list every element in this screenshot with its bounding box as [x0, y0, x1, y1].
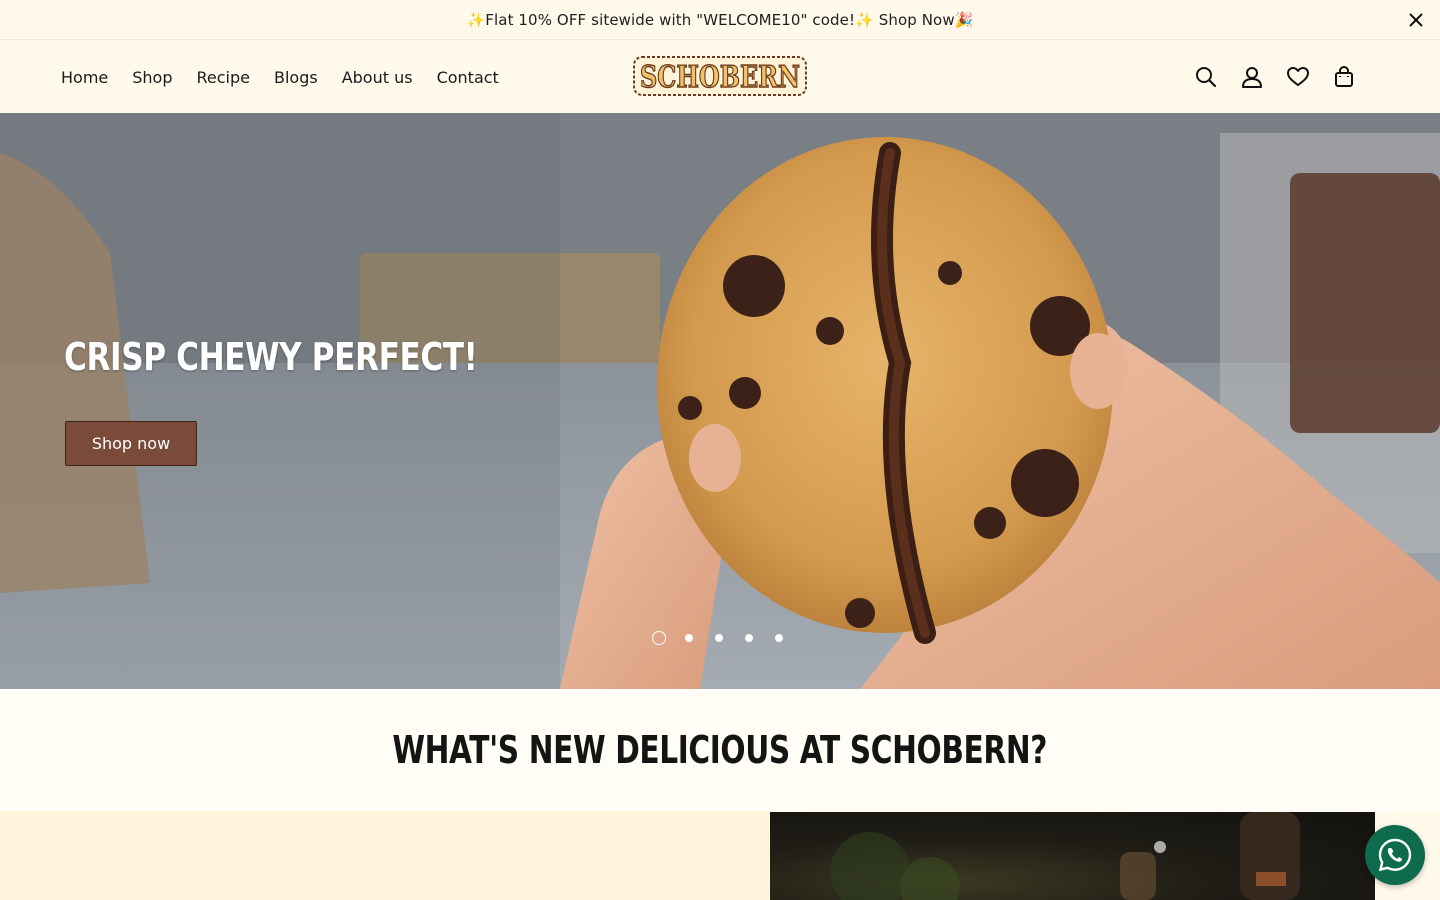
- section-heading: WHAT'S NEW DELICIOUS AT SCHOBERN?: [392, 728, 1048, 772]
- slide-dot-4[interactable]: [745, 634, 753, 642]
- promo-panel: [0, 811, 770, 900]
- wishlist-heart-icon[interactable]: [1285, 64, 1311, 90]
- nav-shop[interactable]: Shop: [132, 68, 172, 87]
- close-icon[interactable]: [1404, 8, 1428, 32]
- nav-recipe[interactable]: Recipe: [197, 68, 250, 87]
- announcement-text[interactable]: ✨Flat 10% OFF sitewide with "WELCOME10" …: [467, 11, 974, 29]
- whatsapp-chat-button[interactable]: [1365, 825, 1425, 885]
- announcement-bar: ✨Flat 10% OFF sitewide with "WELCOME10" …: [0, 0, 1440, 40]
- hero-title: CRISP CHEWY PERFECT!: [64, 335, 478, 379]
- header-icons: [1173, 41, 1357, 113]
- slide-dot-2[interactable]: [685, 634, 693, 642]
- slide-dot-1[interactable]: [652, 631, 666, 645]
- slide-dot-5[interactable]: [775, 634, 783, 642]
- nav-blogs[interactable]: Blogs: [274, 68, 318, 87]
- svg-text:SCHOBERN: SCHOBERN: [640, 60, 800, 95]
- site-logo[interactable]: SCHOBERN: [632, 53, 808, 99]
- hero-cookie-image: [0, 113, 1440, 689]
- slider-pagination: [652, 631, 805, 645]
- whatsapp-icon: [1378, 838, 1412, 872]
- promo-image: [770, 812, 1375, 900]
- hero-slider: CRISP CHEWY PERFECT! Shop now: [0, 113, 1440, 689]
- slide-dot-3[interactable]: [715, 634, 723, 642]
- nav-about-us[interactable]: About us: [342, 68, 413, 87]
- cart-bag-icon[interactable]: [1331, 64, 1357, 90]
- main-nav: Home Shop Recipe Blogs About us Contact: [61, 41, 523, 113]
- nav-contact[interactable]: Contact: [437, 68, 499, 87]
- site-header: Home Shop Recipe Blogs About us Contact …: [0, 41, 1440, 113]
- search-icon[interactable]: [1193, 64, 1219, 90]
- nav-home[interactable]: Home: [61, 68, 108, 87]
- account-icon[interactable]: [1239, 64, 1265, 90]
- whats-new-section: WHAT'S NEW DELICIOUS AT SCHOBERN?: [0, 689, 1440, 811]
- shop-now-button[interactable]: Shop now: [65, 421, 197, 466]
